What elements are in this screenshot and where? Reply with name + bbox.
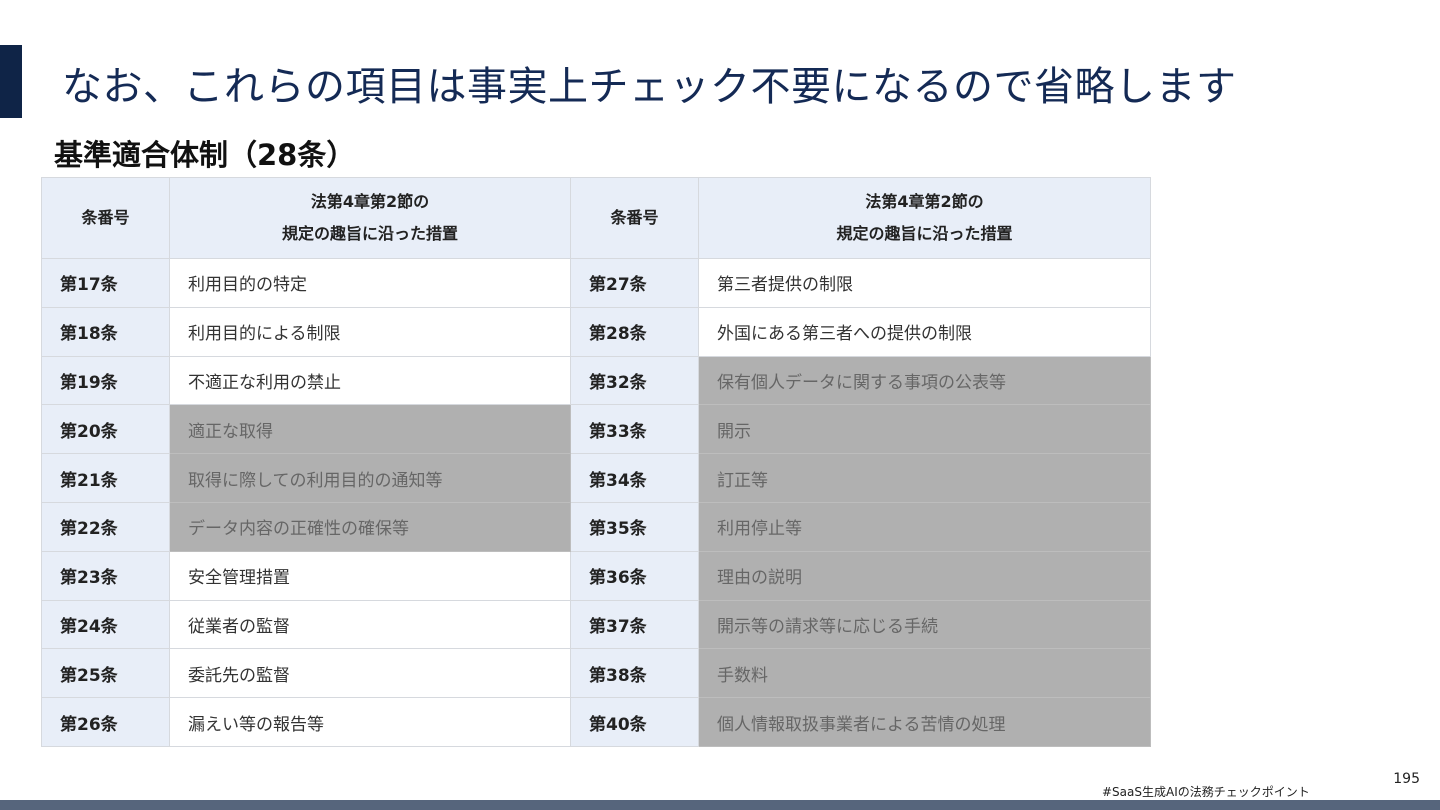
article-number-left: 第19条 [41, 355, 170, 406]
measure-left: 委託先の監督 [169, 648, 571, 699]
table-body: 第17条 利用目的の特定 第27条 第三者提供の制限 第18条 利用目的による制限 第28条… [41, 258, 1151, 747]
table-row: 第23条 安全管理措置 第36条 理由の説明 [41, 550, 1151, 601]
article-number-right: 第28条 [570, 306, 699, 357]
measure-right: 第三者提供の制限 [698, 258, 1151, 308]
header-measure-line2: 規定の趣旨に沿った措置 [836, 224, 1013, 243]
article-number-left: 第18条 [41, 306, 170, 357]
article-number-left: 第20条 [41, 404, 170, 455]
article-number-right: 第33条 [570, 404, 699, 455]
measure-left: 安全管理措置 [169, 550, 571, 601]
measure-right-omitted: 開示等の請求等に応じる手続 [698, 599, 1151, 650]
measure-right-omitted: 開示 [698, 404, 1151, 455]
header-measure-line1: 法第4章第2節の [310, 192, 430, 211]
measure-left-omitted: データ内容の正確性の確保等 [169, 501, 571, 552]
footer-hashtag: #SaaS生成AIの法務チェックポイント [1102, 785, 1310, 799]
header-measure-line1: 法第4章第2節の [865, 192, 984, 211]
measure-left: 利用目的による制限 [169, 306, 571, 357]
measure-right-omitted: 訂正等 [698, 453, 1151, 503]
measure-right: 外国にある第三者への提供の制限 [698, 306, 1151, 357]
header-measure-left: 法第4章第2節の 規定の趣旨に沿った措置 [169, 177, 571, 259]
article-number-right: 第37条 [570, 599, 699, 650]
table-row: 第25条 委託先の監督 第38条 手数料 [41, 648, 1151, 699]
article-number-left: 第17条 [41, 258, 170, 308]
measure-left: 不適正な利用の禁止 [169, 355, 571, 406]
table-row: 第26条 漏えい等の報告等 第40条 個人情報取扱事業者による苦情の処理 [41, 697, 1151, 747]
table-row: 第20条 適正な取得 第33条 開示 [41, 404, 1151, 455]
table-row: 第18条 利用目的による制限 第28条 外国にある第三者への提供の制限 [41, 306, 1151, 357]
header-article-number-left: 条番号 [41, 177, 170, 259]
table-row: 第19条 不適正な利用の禁止 第32条 保有個人データに関する事項の公表等 [41, 355, 1151, 406]
article-number-left: 第21条 [41, 453, 170, 503]
table-header-row: 条番号 法第4章第2節の 規定の趣旨に沿った措置 条番号 法第4章第2節の 規定… [41, 177, 1151, 259]
article-number-left: 第23条 [41, 550, 170, 601]
article-number-right: 第36条 [570, 550, 699, 601]
page-number: 195 [1393, 771, 1420, 787]
measure-left-omitted: 取得に際しての利用目的の通知等 [169, 453, 571, 503]
article-number-right: 第40条 [570, 697, 699, 747]
section-title: 基準適合体制（28条） [54, 138, 356, 172]
measure-right-omitted: 手数料 [698, 648, 1151, 699]
article-number-right: 第32条 [570, 355, 699, 406]
table-row: 第22条 データ内容の正確性の確保等 第35条 利用停止等 [41, 501, 1151, 552]
measure-right-omitted: 個人情報取扱事業者による苦情の処理 [698, 697, 1151, 747]
header-measure-right: 法第4章第2節の 規定の趣旨に沿った措置 [698, 177, 1151, 259]
article-number-left: 第22条 [41, 501, 170, 552]
article-number-left: 第26条 [41, 697, 170, 747]
measure-right-omitted: 利用停止等 [698, 501, 1151, 552]
article-number-left: 第24条 [41, 599, 170, 650]
slide-title: なお、これらの項目は事実上チェック不要になるので省略します [62, 64, 1237, 110]
measure-left: 従業者の監督 [169, 599, 571, 650]
articles-table: 条番号 法第4章第2節の 規定の趣旨に沿った措置 条番号 法第4章第2節の 規定… [41, 177, 1151, 747]
measure-left: 利用目的の特定 [169, 258, 571, 308]
article-number-left: 第25条 [41, 648, 170, 699]
measure-left: 漏えい等の報告等 [169, 697, 571, 747]
article-number-right: 第38条 [570, 648, 699, 699]
header-measure-line2: 規定の趣旨に沿った措置 [281, 224, 458, 243]
measure-left-omitted: 適正な取得 [169, 404, 571, 455]
article-number-right: 第34条 [570, 453, 699, 503]
article-number-right: 第27条 [570, 258, 699, 308]
footer-band [0, 800, 1440, 810]
measure-right-omitted: 理由の説明 [698, 550, 1151, 601]
table-row: 第24条 従業者の監督 第37条 開示等の請求等に応じる手続 [41, 599, 1151, 650]
measure-right-omitted: 保有個人データに関する事項の公表等 [698, 355, 1151, 406]
article-number-right: 第35条 [570, 501, 699, 552]
table-row: 第21条 取得に際しての利用目的の通知等 第34条 訂正等 [41, 453, 1151, 503]
table-row: 第17条 利用目的の特定 第27条 第三者提供の制限 [41, 258, 1151, 308]
title-accent-bar [0, 45, 22, 118]
header-article-number-right: 条番号 [570, 177, 699, 259]
